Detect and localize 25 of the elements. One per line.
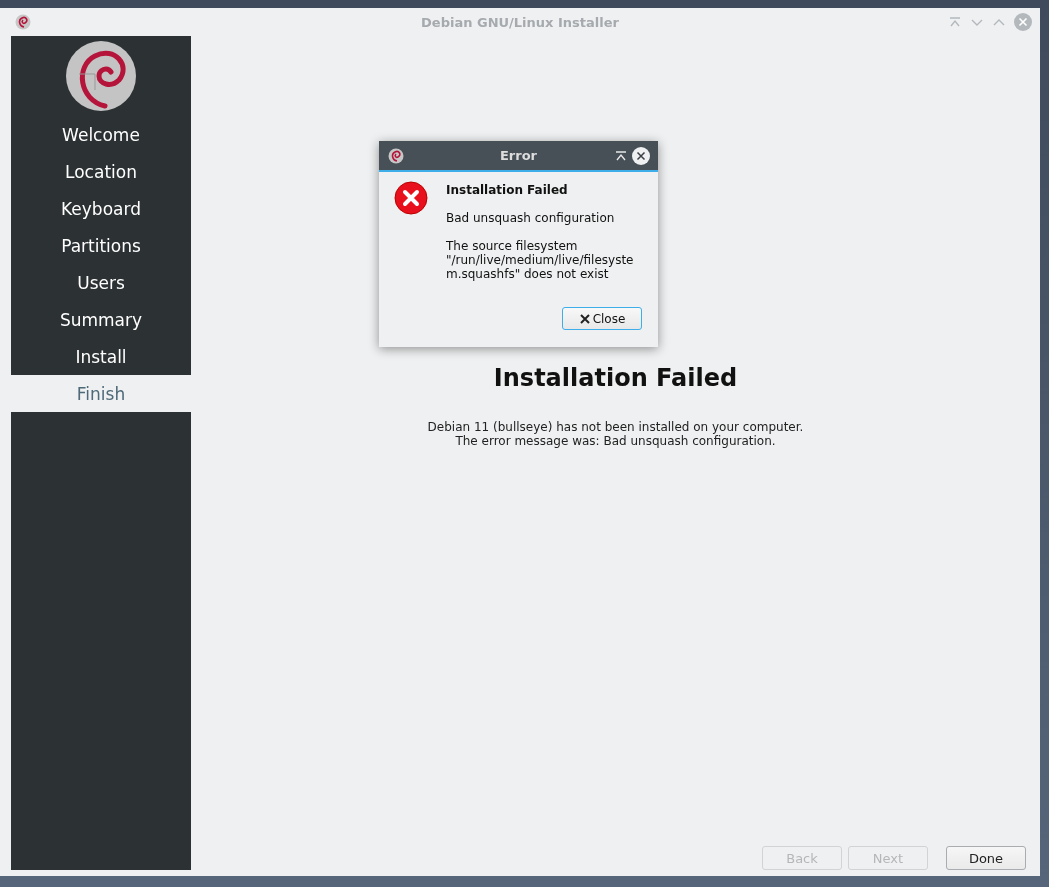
close-icon: [578, 312, 591, 325]
nav-button[interactable]: Done: [946, 846, 1026, 870]
sidebar-item[interactable]: Install: [11, 338, 191, 375]
close-button[interactable]: Close: [562, 307, 642, 330]
sidebar-item[interactable]: Keyboard: [11, 190, 191, 227]
message-line: The error message was: Bad unsquash configuration.: [455, 434, 776, 448]
close-icon[interactable]: [632, 146, 650, 165]
swirl-logo-icon: [65, 40, 137, 112]
error-icon: [394, 181, 428, 215]
window-title: Debian GNU/Linux Installer: [420, 14, 620, 30]
sidebar-item[interactable]: Summary: [11, 301, 191, 338]
dialog-details: The source filesystem "/run/live/medium/live/filesystem.squashfs" does not exist: [446, 239, 635, 281]
sidebar-item[interactable]: Users: [11, 264, 191, 301]
sidebar-item[interactable]: Finish: [11, 375, 191, 412]
sidebar-item[interactable]: Location: [11, 153, 191, 190]
sidebar-item[interactable]: Partitions: [11, 227, 191, 264]
message-line: Debian 11 (bullseye) has not been installed on your computer.: [427, 420, 804, 434]
page-heading: Installation Failed: [493, 364, 738, 392]
swirl-logo-icon: [388, 147, 404, 164]
dialog-summary: Bad unsquash configuration: [446, 211, 616, 225]
sidebar-item[interactable]: Welcome: [11, 116, 191, 153]
dialog-title: Error: [498, 148, 538, 163]
dialog-heading: Installation Failed: [446, 183, 569, 197]
swirl-logo-icon: [15, 14, 31, 30]
keep-above-icon[interactable]: [614, 148, 628, 163]
